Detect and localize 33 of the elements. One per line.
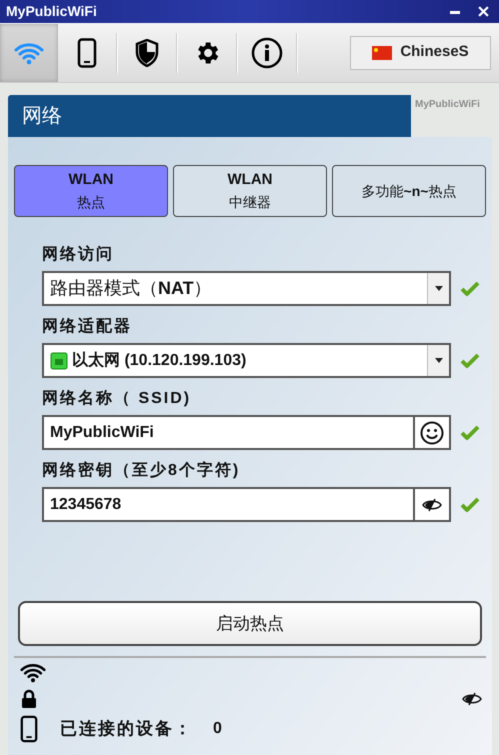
wifi-status-icon [20,662,46,683]
hidden-password-icon [462,692,482,706]
window-title: MyPublicWiFi [6,2,98,21]
network-icon [50,352,68,370]
field-label: 网络密钥（至少8个字符) [42,460,242,481]
mode-tab[interactable]: WLAN 热点 [14,165,168,217]
dropdown-field[interactable]: 路由器模式（NAT） [42,271,451,306]
flag-icon [372,46,392,60]
hidden-eye-icon [422,498,442,512]
field-label: 网络适配器 [42,316,133,337]
phone-icon [77,38,97,68]
smiley-icon [420,420,444,444]
dropdown-field[interactable]: 以太网 (10.120.199.103) [42,343,451,378]
lock-icon [20,688,38,709]
wifi-icon [14,40,44,64]
section-title: 网络 [22,104,62,129]
input-field[interactable]: 12345678 [42,487,451,522]
mode-tab[interactable]: WLAN 中继器 [173,165,327,217]
field-label: 网络访问 [42,244,115,265]
device-icon [20,714,38,743]
connected-devices-count: 0 [213,718,222,739]
field-label: 网络名称（ SSID) [42,388,192,409]
connected-devices-label: 已连接的设备： [60,718,193,740]
dropdown-arrow-icon [434,286,442,291]
close-icon[interactable] [478,6,489,17]
language-button[interactable]: ChineseS [350,36,491,70]
info-icon [251,36,283,68]
dropdown-arrow-icon [434,358,442,363]
start-hotspot-button[interactable]: 启动热点 [18,601,482,646]
mode-tab[interactable]: 多功能~n~热点 [332,165,486,217]
input-field[interactable]: MyPublicWiFi [42,415,451,450]
shield-icon [135,38,159,66]
brand-text: MyPublicWiFi [415,98,480,112]
